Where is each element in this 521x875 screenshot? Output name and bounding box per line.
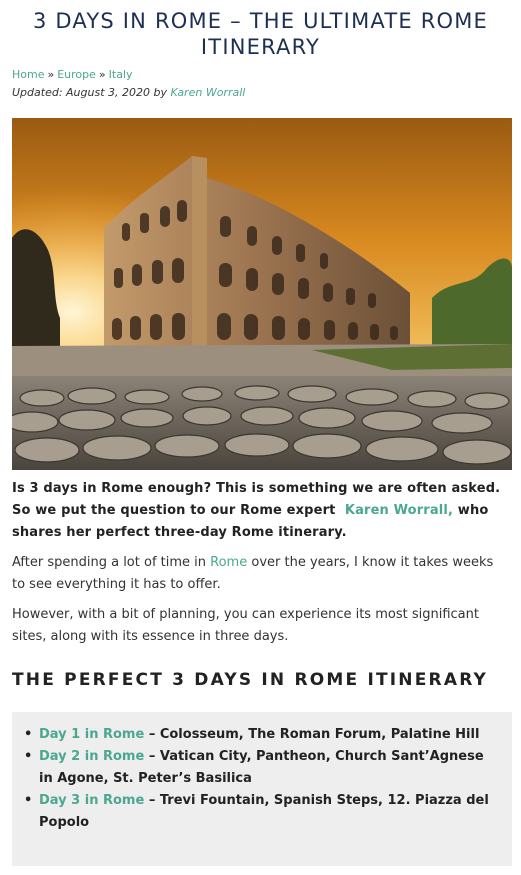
page-title: 3 DAYS IN ROME – THE ULTIMATE ROME ITINE… bbox=[32, 9, 489, 59]
breadcrumb-home[interactable]: Home bbox=[12, 68, 44, 81]
intro-paragraph-2: After spending a lot of time in Rome ove… bbox=[12, 552, 510, 596]
day-3-link[interactable]: Day 3 in Rome bbox=[39, 793, 144, 808]
breadcrumb-italy[interactable]: Italy bbox=[109, 68, 133, 81]
day-1-places: – Colosseum, The Roman Forum, Palatine H… bbox=[148, 727, 480, 742]
breadcrumb: Home» Europe» Italy bbox=[12, 68, 133, 82]
breadcrumb-europe[interactable]: Europe bbox=[57, 68, 96, 81]
breadcrumb-separator: » bbox=[47, 68, 55, 81]
intro-paragraph-3: However, with a bit of planning, you can… bbox=[12, 607, 479, 644]
bullet-icon: • bbox=[24, 793, 33, 808]
rome-link[interactable]: Rome bbox=[210, 555, 247, 570]
day-1-link[interactable]: Day 1 in Rome bbox=[39, 727, 144, 742]
author-link-intro[interactable]: Karen Worrall, bbox=[345, 503, 453, 518]
hero-image bbox=[12, 118, 512, 470]
day-2-link[interactable]: Day 2 in Rome bbox=[39, 749, 144, 764]
itinerary-box: • Day 1 in Rome – Colosseum, The Roman Fo… bbox=[12, 712, 512, 866]
bullet-icon: • bbox=[24, 727, 33, 742]
list-item: • Day 1 in Rome – Colosseum, The Roman Fo… bbox=[24, 724, 496, 746]
author-link[interactable]: Karen Worrall bbox=[171, 86, 246, 99]
breadcrumb-separator: » bbox=[98, 68, 106, 81]
post-meta: Updated: August 3, 2020 by Karen Worrall bbox=[12, 86, 245, 100]
list-item: • Day 3 in Rome – Trevi Fountain, Spanish… bbox=[24, 790, 496, 834]
list-item: • Day 2 in Rome – Vatican City, Pantheon,… bbox=[24, 746, 496, 790]
paragraph-text: After spending a lot of time in bbox=[12, 555, 207, 570]
section-heading: THE PERFECT 3 DAYS IN ROME ITINERARY bbox=[12, 670, 489, 690]
updated-date: Updated: August 3, 2020 by bbox=[12, 86, 167, 99]
bullet-icon: • bbox=[24, 749, 33, 764]
itinerary-list: • Day 1 in Rome – Colosseum, The Roman Fo… bbox=[12, 712, 512, 834]
colosseum-image bbox=[12, 118, 512, 470]
intro-lead: Is 3 days in Rome enough? This is someth… bbox=[12, 478, 510, 544]
